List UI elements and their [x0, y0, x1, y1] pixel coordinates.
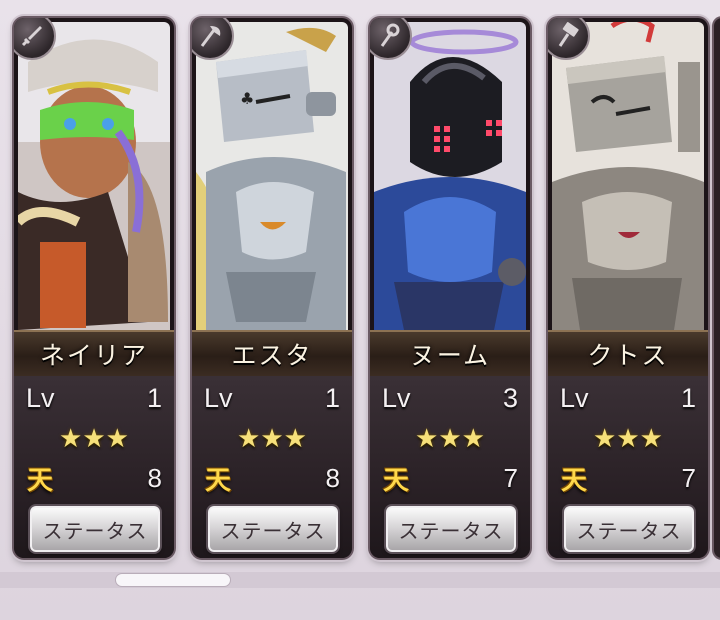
character-card[interactable]: クトス Lv 1 ★★★ 天 7 ステータス [548, 18, 708, 558]
character-card[interactable]: ♣ エスタ Lv 1 ★★★ 天 8 ステータス [192, 18, 352, 558]
level-value: 1 [324, 382, 340, 413]
rank-value: 7 [681, 462, 696, 493]
horizontal-scrollbar-thumb[interactable] [116, 574, 230, 586]
rarity-stars: ★★★ [415, 424, 485, 454]
character-card-row: ネイリア Lv 1 ★★★ 天 8 ステータス ♣ エスタ Lv 1 ★★★ 天 … [0, 0, 720, 620]
character-name-bar: エスタ [192, 330, 352, 378]
character-name: ネイリア [39, 341, 148, 370]
character-stats: Lv 1 ★★★ 天 8 ステータス [192, 376, 352, 558]
character-stats: Lv 1 ★★★ 天 7 ステータス [548, 376, 708, 558]
heaven-rank-icon: 天 [382, 465, 409, 496]
status-button[interactable]: ステータス [386, 506, 516, 552]
character-name-bar: クトス [548, 330, 708, 378]
rank-value: 8 [147, 462, 162, 493]
level-label: Lv [26, 382, 55, 413]
svg-text:♣: ♣ [240, 89, 254, 108]
level-value: 1 [680, 382, 696, 413]
level-label: Lv [382, 382, 411, 413]
rarity-stars: ★★★ [593, 424, 663, 454]
character-name: エスタ [231, 341, 313, 370]
character-name-bar: ヌーム [370, 330, 530, 378]
heaven-rank-icon: 天 [560, 465, 587, 496]
next-card-edge[interactable] [714, 18, 720, 558]
rank-value: 7 [503, 462, 518, 493]
character-portrait [374, 22, 526, 330]
rarity-stars: ★★★ [59, 424, 129, 454]
status-button-label: ステータス [398, 518, 504, 543]
status-button-label: ステータス [220, 518, 326, 543]
rank-value: 8 [325, 462, 340, 493]
heaven-rank-icon: 天 [204, 465, 231, 496]
character-stats: Lv 3 ★★★ 天 7 ステータス [370, 376, 530, 558]
character-card[interactable]: ヌーム Lv 3 ★★★ 天 7 ステータス [370, 18, 530, 558]
level-label: Lv [560, 382, 589, 413]
level-value: 3 [502, 382, 518, 413]
rarity-stars: ★★★ [237, 424, 307, 454]
character-name: ヌーム [409, 341, 491, 370]
status-button[interactable]: ステータス [30, 506, 160, 552]
character-portrait [552, 22, 704, 330]
character-name-bar: ネイリア [14, 330, 174, 378]
character-stats: Lv 1 ★★★ 天 8 ステータス [14, 376, 174, 558]
character-portrait: ♣ [196, 22, 348, 330]
horizontal-scrollbar-track[interactable] [0, 572, 720, 588]
status-button[interactable]: ステータス [208, 506, 338, 552]
status-button-label: ステータス [42, 518, 148, 543]
character-name: クトス [587, 341, 669, 370]
level-value: 1 [146, 382, 162, 413]
character-portrait [18, 22, 170, 330]
character-card[interactable]: ネイリア Lv 1 ★★★ 天 8 ステータス [14, 18, 174, 558]
status-button[interactable]: ステータス [564, 506, 694, 552]
heaven-rank-icon: 天 [26, 465, 53, 496]
level-label: Lv [204, 382, 233, 413]
status-button-label: ステータス [576, 518, 682, 543]
